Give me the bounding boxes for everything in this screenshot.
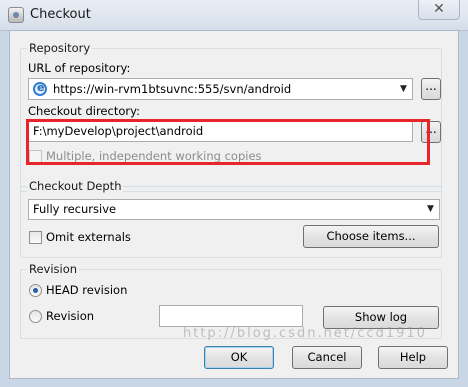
url-label: URL of repository: <box>28 61 131 75</box>
repository-group-label: Repository <box>27 41 93 55</box>
revision-label: Revision <box>46 309 95 323</box>
url-value: https://win-rvm1btsuvnc:555/svn/android <box>53 82 292 96</box>
checkout-directory-value: F:\myDevelop\project\android <box>33 124 204 138</box>
url-combobox[interactable]: https://win-rvm1btsuvnc:555/svn/android … <box>28 78 413 100</box>
checkout-directory-input[interactable]: F:\myDevelop\project\android <box>28 120 413 142</box>
depth-value: Fully recursive <box>33 202 117 216</box>
cancel-button[interactable]: Cancel <box>292 346 362 369</box>
directory-browse-button[interactable]: ... <box>421 121 441 143</box>
checkout-directory-label: Checkout directory: <box>28 104 140 118</box>
chevron-down-icon[interactable]: ▼ <box>395 79 412 99</box>
repository-group: Repository URL of repository: https://wi… <box>20 41 442 192</box>
depth-select[interactable]: Fully recursive ▼ <box>28 199 440 220</box>
multiple-wc-checkbox[interactable] <box>29 150 42 163</box>
ok-button[interactable]: OK <box>204 346 274 369</box>
head-revision-label: HEAD revision <box>46 283 128 297</box>
url-browse-button[interactable]: ... <box>421 78 441 100</box>
revision-input[interactable] <box>159 305 303 327</box>
revision-radio[interactable] <box>29 310 42 323</box>
choose-items-button[interactable]: Choose items... <box>303 225 439 248</box>
window-title: Checkout <box>30 7 91 22</box>
checkout-depth-group-label: Checkout Depth <box>27 179 124 193</box>
title-bar: Checkout ✕ <box>0 0 468 31</box>
omit-externals-label: Omit externals <box>46 230 131 244</box>
help-button[interactable]: Help <box>378 346 448 369</box>
multiple-wc-label: Multiple, independent working copies <box>46 149 262 163</box>
ie-icon <box>33 81 47 96</box>
close-button[interactable]: ✕ <box>418 0 460 20</box>
omit-externals-checkbox[interactable] <box>29 231 42 244</box>
tortoisesvn-icon <box>8 7 24 23</box>
watermark: http://blog.csdn.net/ccd1910 <box>183 326 427 341</box>
checkout-depth-group: Checkout Depth Fully recursive ▼ Omit ex… <box>20 179 442 258</box>
revision-group-label: Revision <box>27 262 80 276</box>
chevron-down-icon[interactable]: ▼ <box>422 200 439 219</box>
head-revision-radio[interactable] <box>29 284 42 297</box>
